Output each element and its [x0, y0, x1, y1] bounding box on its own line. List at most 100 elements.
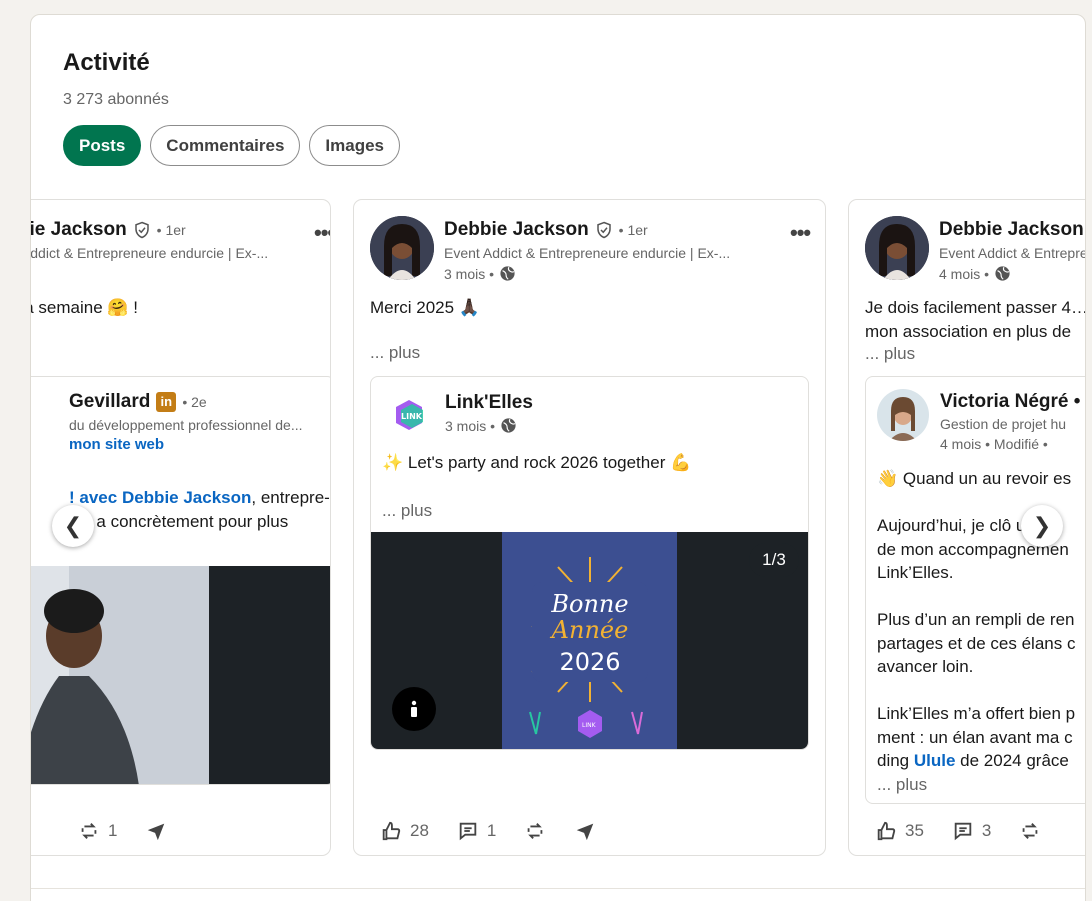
author-avatar[interactable] — [865, 216, 929, 280]
shared-see-more[interactable]: ... plus — [382, 501, 432, 521]
shared-post-text: ✨ Let's party and rock 2026 together 💪 — [382, 453, 692, 472]
see-more-link[interactable]: ... plus — [370, 343, 420, 363]
verified-shield-icon — [134, 221, 149, 239]
like-button[interactable]: 28 — [380, 820, 429, 842]
shared-text-line-2: qui a concrètement pour plus — [69, 512, 289, 531]
like-count: 28 — [410, 821, 429, 840]
globe-icon — [995, 266, 1010, 281]
section-title: Activité — [63, 49, 150, 76]
author-name[interactable]: Debbie Jackson — [444, 219, 589, 241]
author-avatar[interactable] — [370, 216, 434, 280]
post-text-line-1: Je dois facilement passer 4… — [865, 298, 1086, 317]
post-actions: 1 — [78, 820, 195, 842]
repost-count: 1 — [108, 821, 118, 840]
author-headline: Event Addict & Entrepreneure endurcie | … — [30, 245, 269, 261]
shared-post-time: 3 mois • — [445, 417, 496, 434]
post-photo[interactable] — [31, 566, 209, 784]
like-button[interactable]: 35 — [875, 820, 924, 842]
carousel-prev-button[interactable]: ❮ — [52, 505, 94, 547]
shared-post[interactable]: Victoria Négré • Gestion de projet hu 4 … — [865, 376, 1085, 804]
see-more-link[interactable]: ... plus — [865, 344, 915, 364]
repost-button[interactable]: 1 — [78, 820, 117, 842]
info-icon — [411, 700, 417, 717]
post-text: Bien démarrer la semaine 🤗 ! — [31, 298, 138, 317]
bonne-annee-illustration: Bonne Année 2026 LINK — [529, 557, 648, 738]
author-name[interactable]: Debbie Jackson — [939, 219, 1084, 241]
svg-text:2026: 2026 — [559, 648, 620, 676]
repost-icon — [81, 823, 97, 839]
comment-button[interactable]: 1 — [457, 820, 496, 842]
shared-author-photo — [877, 389, 929, 441]
alt-text-button[interactable] — [392, 687, 436, 731]
svg-text:Bonne: Bonne — [550, 590, 628, 618]
repost-button[interactable] — [524, 820, 546, 842]
author-name[interactable]: Debbie Jackson — [31, 219, 127, 241]
post-card-2[interactable]: Debbie Jackson • 1er Event Addict & Entr… — [353, 199, 826, 856]
post-text: Merci 2025 🙏🏿 — [370, 298, 480, 317]
svg-text:LINK: LINK — [401, 412, 423, 421]
mention-link[interactable]: Debbie Jackson — [122, 488, 251, 507]
pill-posts[interactable]: Posts — [63, 125, 142, 166]
post-text-line-2: mon association en plus de — [865, 322, 1072, 341]
comment-count: 1 — [486, 821, 497, 840]
comment-button[interactable]: 3 — [952, 820, 991, 842]
image-counter: 1/3 — [749, 543, 799, 577]
shared-post-time: 4 mois • Modifié • — [940, 436, 1048, 452]
shared-author-name[interactable]: Link'Elles — [445, 392, 533, 414]
verified-shield-icon — [596, 221, 611, 239]
repost-icon — [1023, 823, 1038, 839]
author-headline: Event Addict & Entrepreneure endurcie — [939, 245, 1085, 261]
author-photo — [865, 216, 929, 280]
image-carousel[interactable]: Bonne Année 2026 LINK 1/3 — [371, 532, 808, 749]
filter-pills: Posts Commentaires Images — [63, 125, 400, 166]
globe-icon — [500, 266, 515, 281]
more-options-icon[interactable]: ••• — [790, 220, 811, 246]
post-actions: 28 1 — [380, 820, 624, 842]
more-options-icon[interactable]: ••• — [314, 220, 330, 246]
woman-portrait-image — [31, 566, 209, 784]
connection-degree: • 1er — [618, 222, 648, 238]
post-actions: 35 3 — [875, 820, 1069, 842]
send-icon — [148, 823, 165, 841]
shared-author-avatar[interactable] — [877, 389, 929, 441]
pill-images[interactable]: Images — [309, 125, 400, 166]
author-headline: Event Addict & Entrepreneure endurcie | … — [444, 245, 731, 261]
activity-panel: Activité 3 273 abonnés Posts Commentaire… — [30, 14, 1086, 901]
shared-post[interactable]: Gevillard in • 2e du développement profe… — [31, 376, 330, 785]
new-year-image: Bonne Année 2026 LINK — [502, 532, 677, 749]
section-divider — [31, 888, 1085, 889]
svg-text:Année: Année — [550, 616, 629, 644]
like-count: 35 — [905, 821, 924, 840]
shared-headline: du développement professionnel de... — [69, 417, 303, 433]
author-photo — [370, 216, 434, 280]
shared-post[interactable]: LINK Link'Elles 3 mois • ✨ Let's party a… — [370, 376, 809, 750]
website-link[interactable]: mon site web — [69, 436, 164, 453]
connection-degree: • 1er — [156, 222, 186, 238]
ulule-link[interactable]: Ulule — [914, 751, 956, 770]
followers-count: 3 273 abonnés — [63, 91, 169, 108]
post-time: 4 mois • — [939, 265, 990, 282]
send-icon — [577, 823, 594, 841]
globe-icon — [501, 418, 516, 433]
repost-icon — [528, 823, 543, 839]
shared-degree: • 2e — [182, 394, 207, 410]
send-button[interactable] — [145, 820, 167, 842]
image-dark-area — [209, 566, 330, 784]
like-icon — [877, 821, 896, 841]
post-time: 3 mois • — [444, 265, 495, 282]
linkelles-logo[interactable]: LINK — [387, 393, 431, 437]
like-icon — [382, 821, 401, 841]
shared-author-name[interactable]: Gevillard — [69, 391, 150, 413]
comment-icon — [954, 822, 972, 841]
pill-comments[interactable]: Commentaires — [150, 125, 301, 166]
linkelles-logo-icon: LINK — [396, 400, 423, 430]
repost-button[interactable] — [1019, 820, 1041, 842]
shared-headline: Gestion de projet hu — [940, 416, 1067, 432]
comment-icon — [459, 822, 477, 841]
carousel-next-button[interactable]: ❯ — [1021, 505, 1063, 547]
send-button[interactable] — [574, 820, 596, 842]
linkedin-premium-icon: in — [156, 392, 177, 412]
comment-count: 3 — [981, 821, 992, 840]
shared-see-more[interactable]: ... plus — [877, 773, 1075, 797]
shared-author-name[interactable]: Victoria Négré • — [940, 391, 1080, 413]
